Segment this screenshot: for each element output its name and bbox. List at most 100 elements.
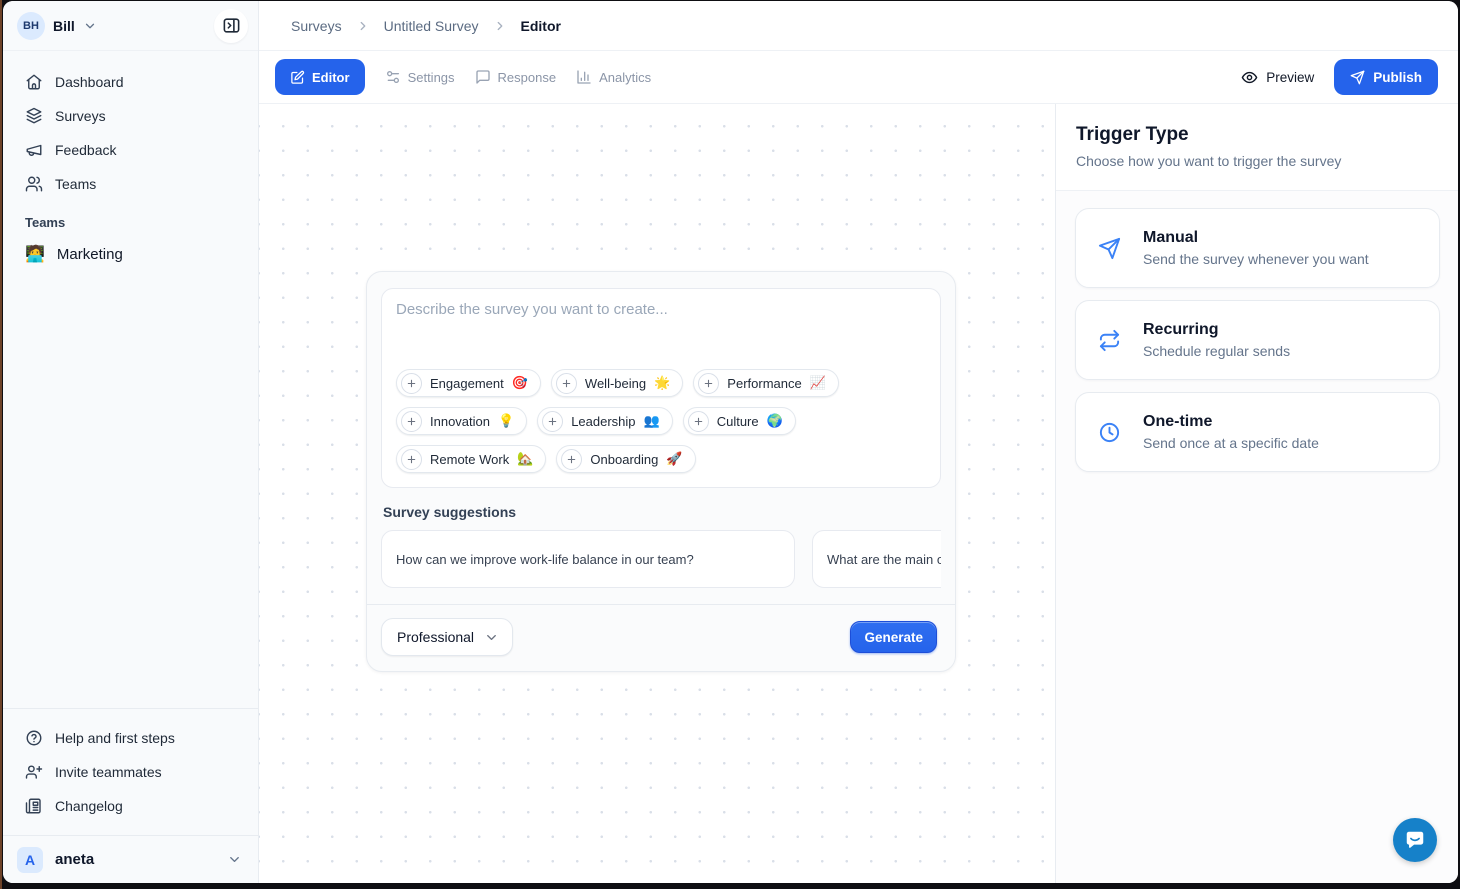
tab-response[interactable]: Response <box>475 69 557 85</box>
sidebar-footer-nav: Help and first steps Invite teammates Ch… <box>3 708 258 827</box>
chip-label: Performance <box>727 376 801 391</box>
topic-chip-innovation[interactable]: Innovation 💡 <box>396 407 527 435</box>
sidebar-collapse-button[interactable] <box>214 9 248 43</box>
tone-select[interactable]: Professional <box>381 618 513 656</box>
sidebar-item-feedback[interactable]: Feedback <box>15 133 246 167</box>
panel-header: Trigger Type Choose how you want to trig… <box>1056 104 1458 191</box>
topic-chip-well-being[interactable]: Well-being 🌟 <box>551 369 683 397</box>
publish-button[interactable]: Publish <box>1334 59 1438 95</box>
bar-chart-icon <box>576 69 592 85</box>
eye-icon <box>1241 69 1258 86</box>
chip-label: Leadership <box>571 414 635 429</box>
sidebar-item-label: Surveys <box>55 108 106 124</box>
star-emoji-icon: 🌟 <box>654 375 670 391</box>
topic-chip-leadership[interactable]: Leadership 👥 <box>537 407 673 435</box>
topic-chip-performance[interactable]: Performance 📈 <box>693 369 839 397</box>
plus-icon <box>401 449 422 470</box>
trigger-option-recurring[interactable]: Recurring Schedule regular sends <box>1075 300 1440 380</box>
sliders-icon <box>385 69 401 85</box>
panel-title: Trigger Type <box>1076 124 1434 146</box>
breadcrumb-untitled-survey[interactable]: Untitled Survey <box>384 18 479 34</box>
busts-emoji-icon: 👥 <box>644 413 660 429</box>
sidebar-item-dashboard[interactable]: Dashboard <box>15 65 246 99</box>
plus-icon <box>401 411 422 432</box>
workspace-avatar[interactable]: BH <box>17 12 45 40</box>
sidebar-item-label: Teams <box>55 176 96 192</box>
suggestion-card[interactable]: How can we improve work-life balance in … <box>381 530 795 588</box>
newspaper-icon <box>25 797 43 815</box>
tab-label: Analytics <box>599 70 651 85</box>
home-icon <box>25 73 43 91</box>
workspace-name[interactable]: Bill <box>53 18 75 34</box>
breadcrumb-surveys[interactable]: Surveys <box>291 18 342 34</box>
survey-description-input[interactable] <box>396 301 926 369</box>
sidebar-item-changelog[interactable]: Changelog <box>15 789 246 823</box>
trigger-option-one-time[interactable]: One-time Send once at a specific date <box>1075 392 1440 472</box>
preview-button[interactable]: Preview <box>1241 69 1314 86</box>
account-name: aneta <box>55 851 215 868</box>
chevron-down-icon[interactable] <box>83 19 97 33</box>
trigger-type-panel: Trigger Type Choose how you want to trig… <box>1056 104 1458 883</box>
main-area: Surveys Untitled Survey Editor Editor <box>259 1 1458 883</box>
preview-label: Preview <box>1266 70 1314 85</box>
chip-label: Engagement <box>430 376 504 391</box>
sidebar-item-teams[interactable]: Teams <box>15 167 246 201</box>
tab-editor[interactable]: Editor <box>275 59 365 95</box>
editor-canvas[interactable]: Engagement 🎯 Well-being 🌟 <box>259 104 1056 883</box>
tab-label: Settings <box>408 70 455 85</box>
option-description: Schedule regular sends <box>1143 343 1290 359</box>
plus-icon <box>401 373 422 394</box>
topic-chip-engagement[interactable]: Engagement 🎯 <box>396 369 541 397</box>
prompt-card: Engagement 🎯 Well-being 🌟 <box>381 288 941 488</box>
tab-settings[interactable]: Settings <box>385 69 455 85</box>
account-avatar: A <box>17 847 43 873</box>
clock-icon <box>1098 421 1121 444</box>
chat-widget-button[interactable] <box>1393 818 1437 862</box>
sidebar-nav: Dashboard Surveys Feedback Teams <box>3 51 258 201</box>
users-icon <box>25 175 43 193</box>
repeat-icon <box>1098 329 1121 352</box>
chevron-down-icon <box>227 852 242 867</box>
suggestion-card[interactable]: What are the main ob <box>812 530 941 588</box>
breadcrumb: Surveys Untitled Survey Editor <box>259 1 1458 51</box>
option-description: Send the survey whenever you want <box>1143 251 1369 267</box>
team-name: Marketing <box>57 246 123 263</box>
chevron-right-icon <box>493 19 507 33</box>
account-switcher[interactable]: A aneta <box>3 835 258 883</box>
plus-icon <box>556 373 577 394</box>
help-circle-icon <box>25 729 43 747</box>
trigger-option-manual[interactable]: Manual Send the survey whenever you want <box>1075 208 1440 288</box>
topic-chip-remote-work[interactable]: Remote Work 🏡 <box>396 445 546 473</box>
chip-label: Culture <box>717 414 759 429</box>
topic-chip-culture[interactable]: Culture 🌍 <box>683 407 796 435</box>
sidebar-item-label: Help and first steps <box>55 730 175 746</box>
sidebar-item-invite[interactable]: Invite teammates <box>15 755 246 789</box>
sidebar-item-label: Dashboard <box>55 74 124 90</box>
panel-subtitle: Choose how you want to trigger the surve… <box>1076 153 1434 169</box>
survey-composer-card: Engagement 🎯 Well-being 🌟 <box>366 271 956 672</box>
generate-button[interactable]: Generate <box>850 621 937 653</box>
tab-label: Response <box>498 70 557 85</box>
layers-icon <box>25 107 43 125</box>
editor-toolbar: Editor Settings Response Analytics <box>259 51 1458 104</box>
plus-icon <box>561 449 582 470</box>
bulb-emoji-icon: 💡 <box>498 413 514 429</box>
topic-chip-onboarding[interactable]: Onboarding 🚀 <box>556 445 695 473</box>
sidebar-item-help[interactable]: Help and first steps <box>15 721 246 755</box>
sidebar: BH Bill Dashboard <box>3 1 259 883</box>
chat-bubble-icon <box>1404 829 1426 851</box>
dart-emoji-icon: 🎯 <box>512 375 528 391</box>
technologist-emoji-icon: 🧑‍💻 <box>25 244 45 264</box>
suggestions-title: Survey suggestions <box>383 504 941 520</box>
chevron-right-icon <box>356 19 370 33</box>
option-title: Manual <box>1143 229 1369 247</box>
sidebar-item-surveys[interactable]: Surveys <box>15 99 246 133</box>
plus-icon <box>698 373 719 394</box>
sidebar-team-marketing[interactable]: 🧑‍💻 Marketing <box>3 236 258 272</box>
message-icon <box>475 69 491 85</box>
chevron-down-icon <box>484 630 499 645</box>
tab-analytics[interactable]: Analytics <box>576 69 651 85</box>
chip-label: Remote Work <box>430 452 509 467</box>
tone-value: Professional <box>397 629 474 645</box>
option-description: Send once at a specific date <box>1143 435 1319 451</box>
